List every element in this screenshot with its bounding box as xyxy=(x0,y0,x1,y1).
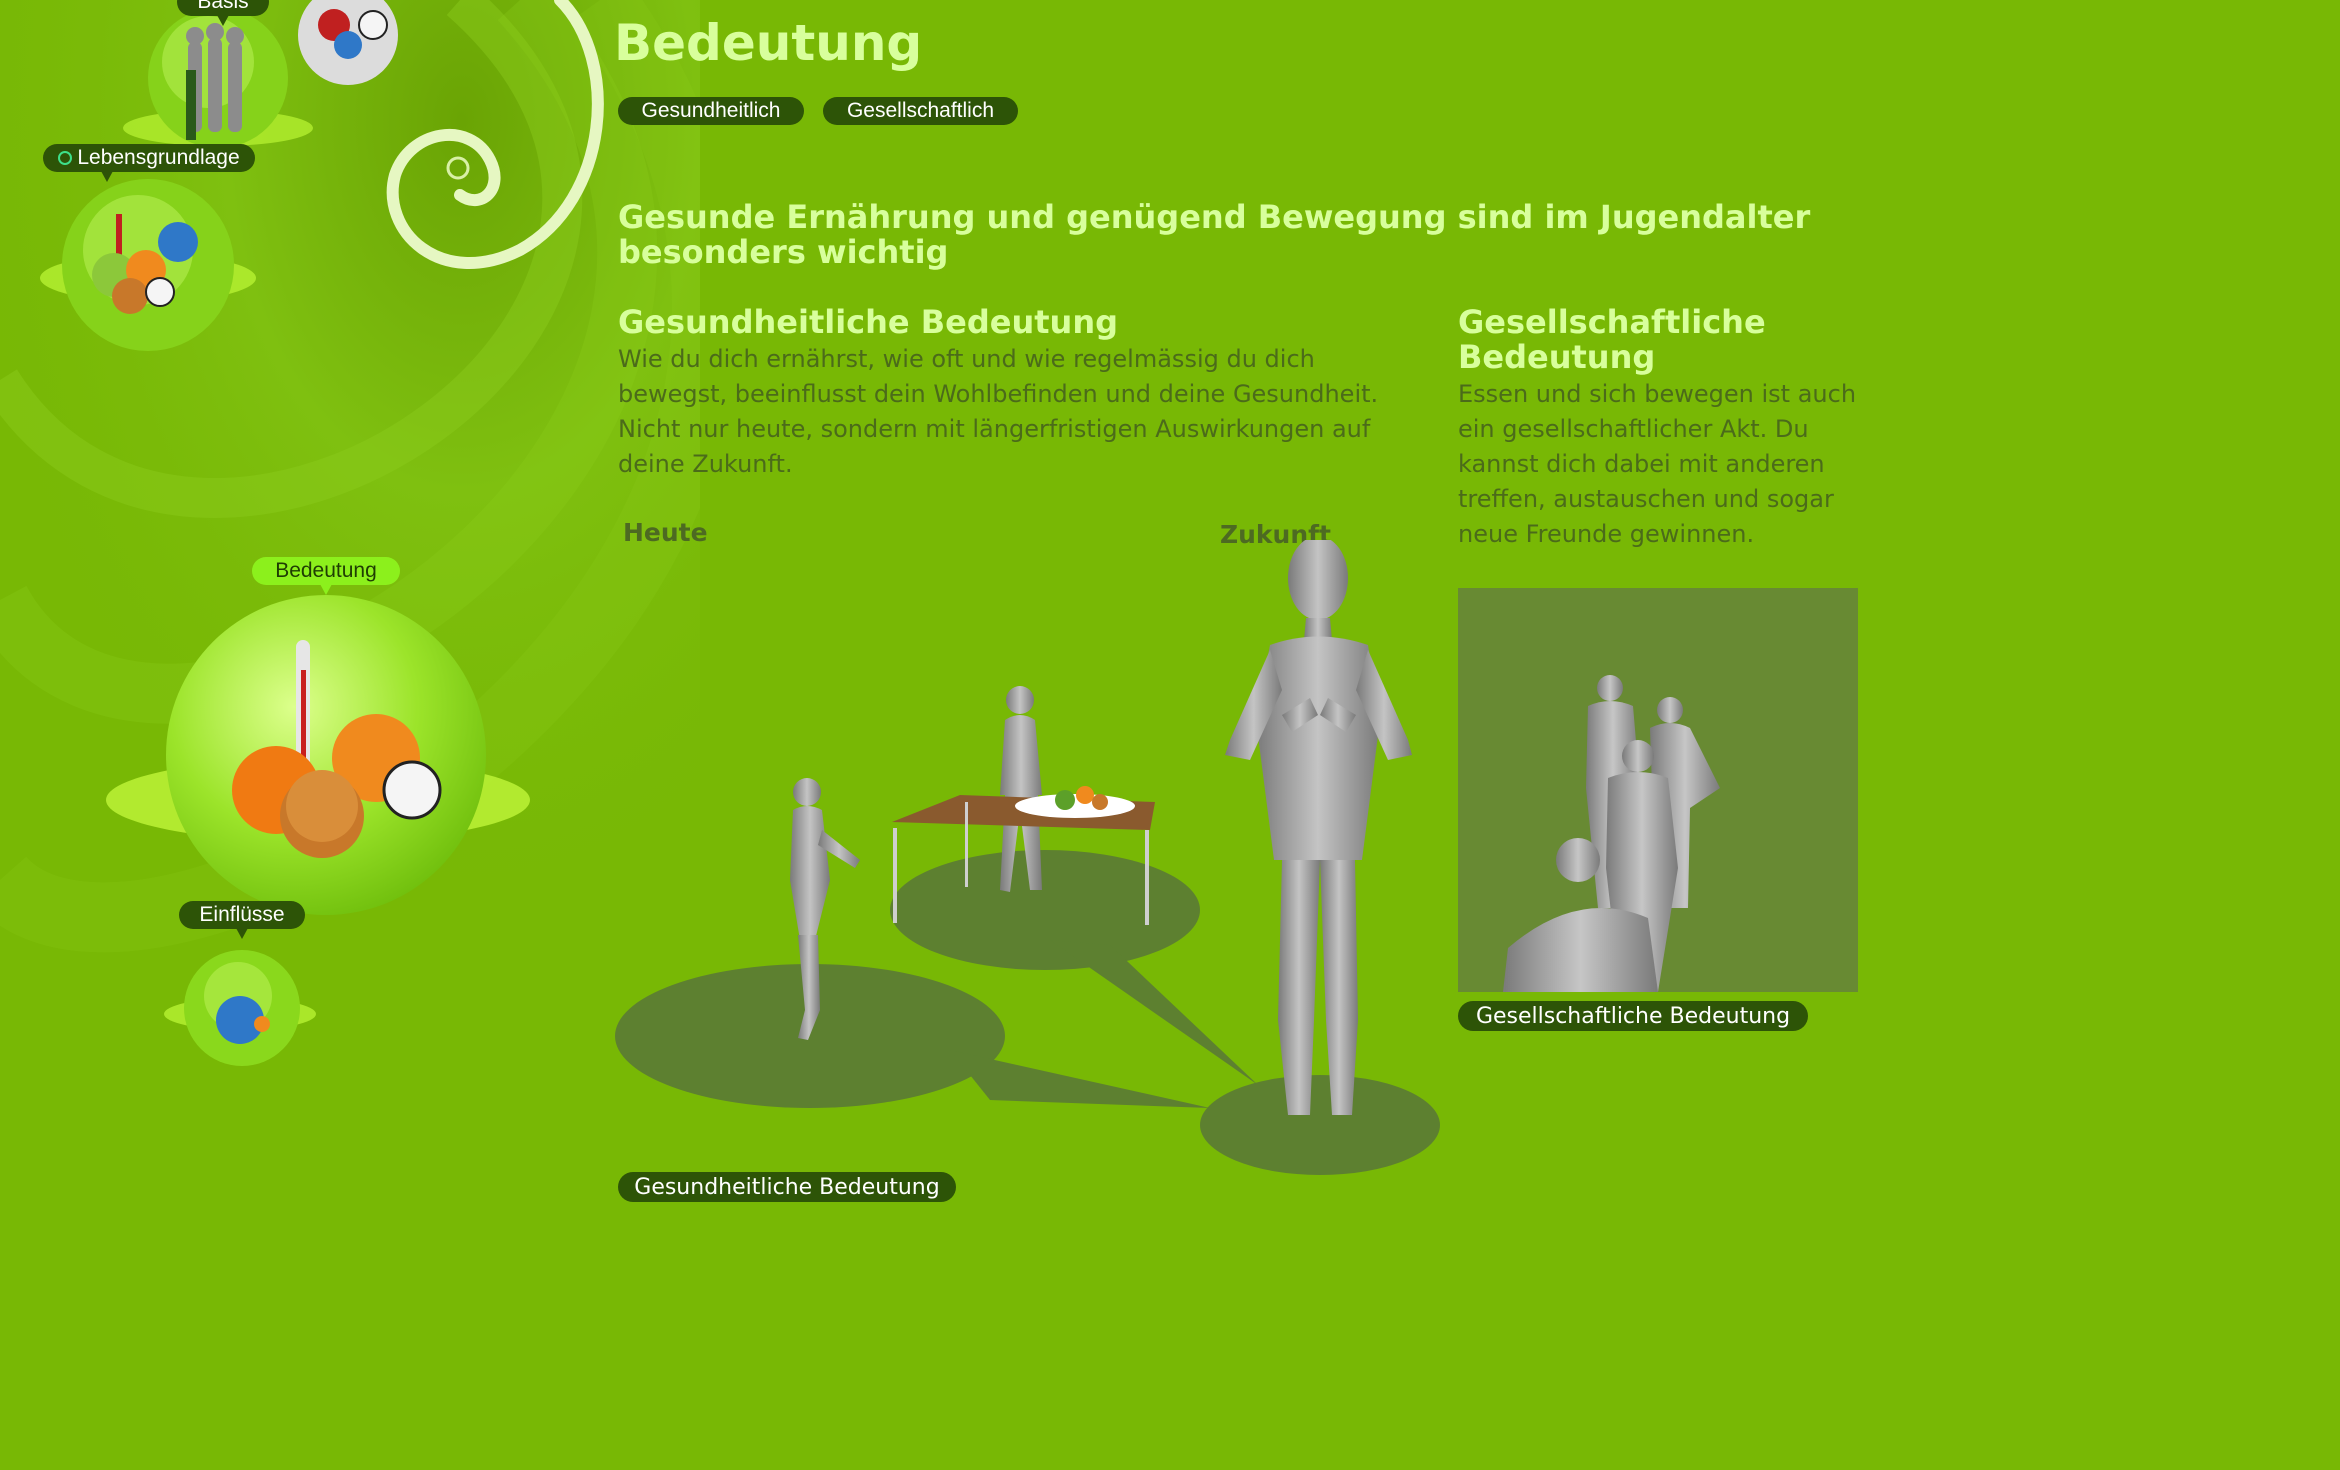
health-section-text: Wie du dich ernährst, wie oft und wie re… xyxy=(618,345,1379,478)
globe-icon xyxy=(158,222,198,262)
future-figure xyxy=(1225,540,1412,1115)
social-section-title: Gesellschaftliche Bedeutung xyxy=(1458,303,1766,376)
nav-label-einfluesse: Einflüsse xyxy=(199,903,285,926)
bedeutung-planet[interactable] xyxy=(106,590,536,930)
tab-gesundheitlich[interactable]: Gesundheitlich xyxy=(618,97,804,125)
social-section-text: Essen und sich bewegen ist auch ein gese… xyxy=(1458,380,1857,548)
nav-label-bedeutung: Bedeutung xyxy=(275,559,377,582)
page-title: Bedeutung xyxy=(614,14,923,72)
health-detail-button[interactable]: Gesundheitliche Bedeutung xyxy=(618,1172,956,1202)
tab-gesellschaftlich[interactable]: Gesellschaftlich xyxy=(823,97,1018,125)
globe-icon xyxy=(334,31,362,59)
nav-pill-einfluesse[interactable]: Einflüsse xyxy=(179,901,305,939)
pill-pointer xyxy=(217,15,229,26)
health-illustration xyxy=(615,540,1440,1175)
lead-heading: Gesunde Ernährung und genügend Bewegung … xyxy=(618,198,1811,271)
nav-pill-basis[interactable]: Basis xyxy=(177,0,269,26)
nav-pill-lebensgrundlage[interactable]: Lebensgrundlage xyxy=(43,144,255,182)
soccer-ball-icon xyxy=(145,277,175,307)
app-stage: Basis Lebensgrundlage Bedeutung Einflüss… xyxy=(0,0,2340,1470)
nav-label-basis: Basis xyxy=(197,0,249,13)
burger-icon xyxy=(112,278,148,314)
active-indicator-icon xyxy=(58,151,73,165)
nav-label-lebensgrundlage: Lebensgrundlage xyxy=(77,146,240,169)
soccer-ball-icon xyxy=(382,760,442,820)
social-detail-button[interactable]: Gesellschaftliche Bedeutung xyxy=(1458,1001,1808,1031)
group-figures-illustration xyxy=(1503,675,1720,992)
nav-pill-bedeutung[interactable]: Bedeutung xyxy=(252,557,400,595)
health-section-title: Gesundheitliche Bedeutung xyxy=(618,303,1119,341)
lebensgrundlage-planet[interactable] xyxy=(38,170,268,360)
pill-pointer xyxy=(236,928,248,939)
social-image xyxy=(1458,588,1858,992)
soccer-ball-icon xyxy=(358,10,388,40)
einfluesse-planet[interactable] xyxy=(160,946,320,1076)
basis-planet[interactable] xyxy=(118,0,438,160)
